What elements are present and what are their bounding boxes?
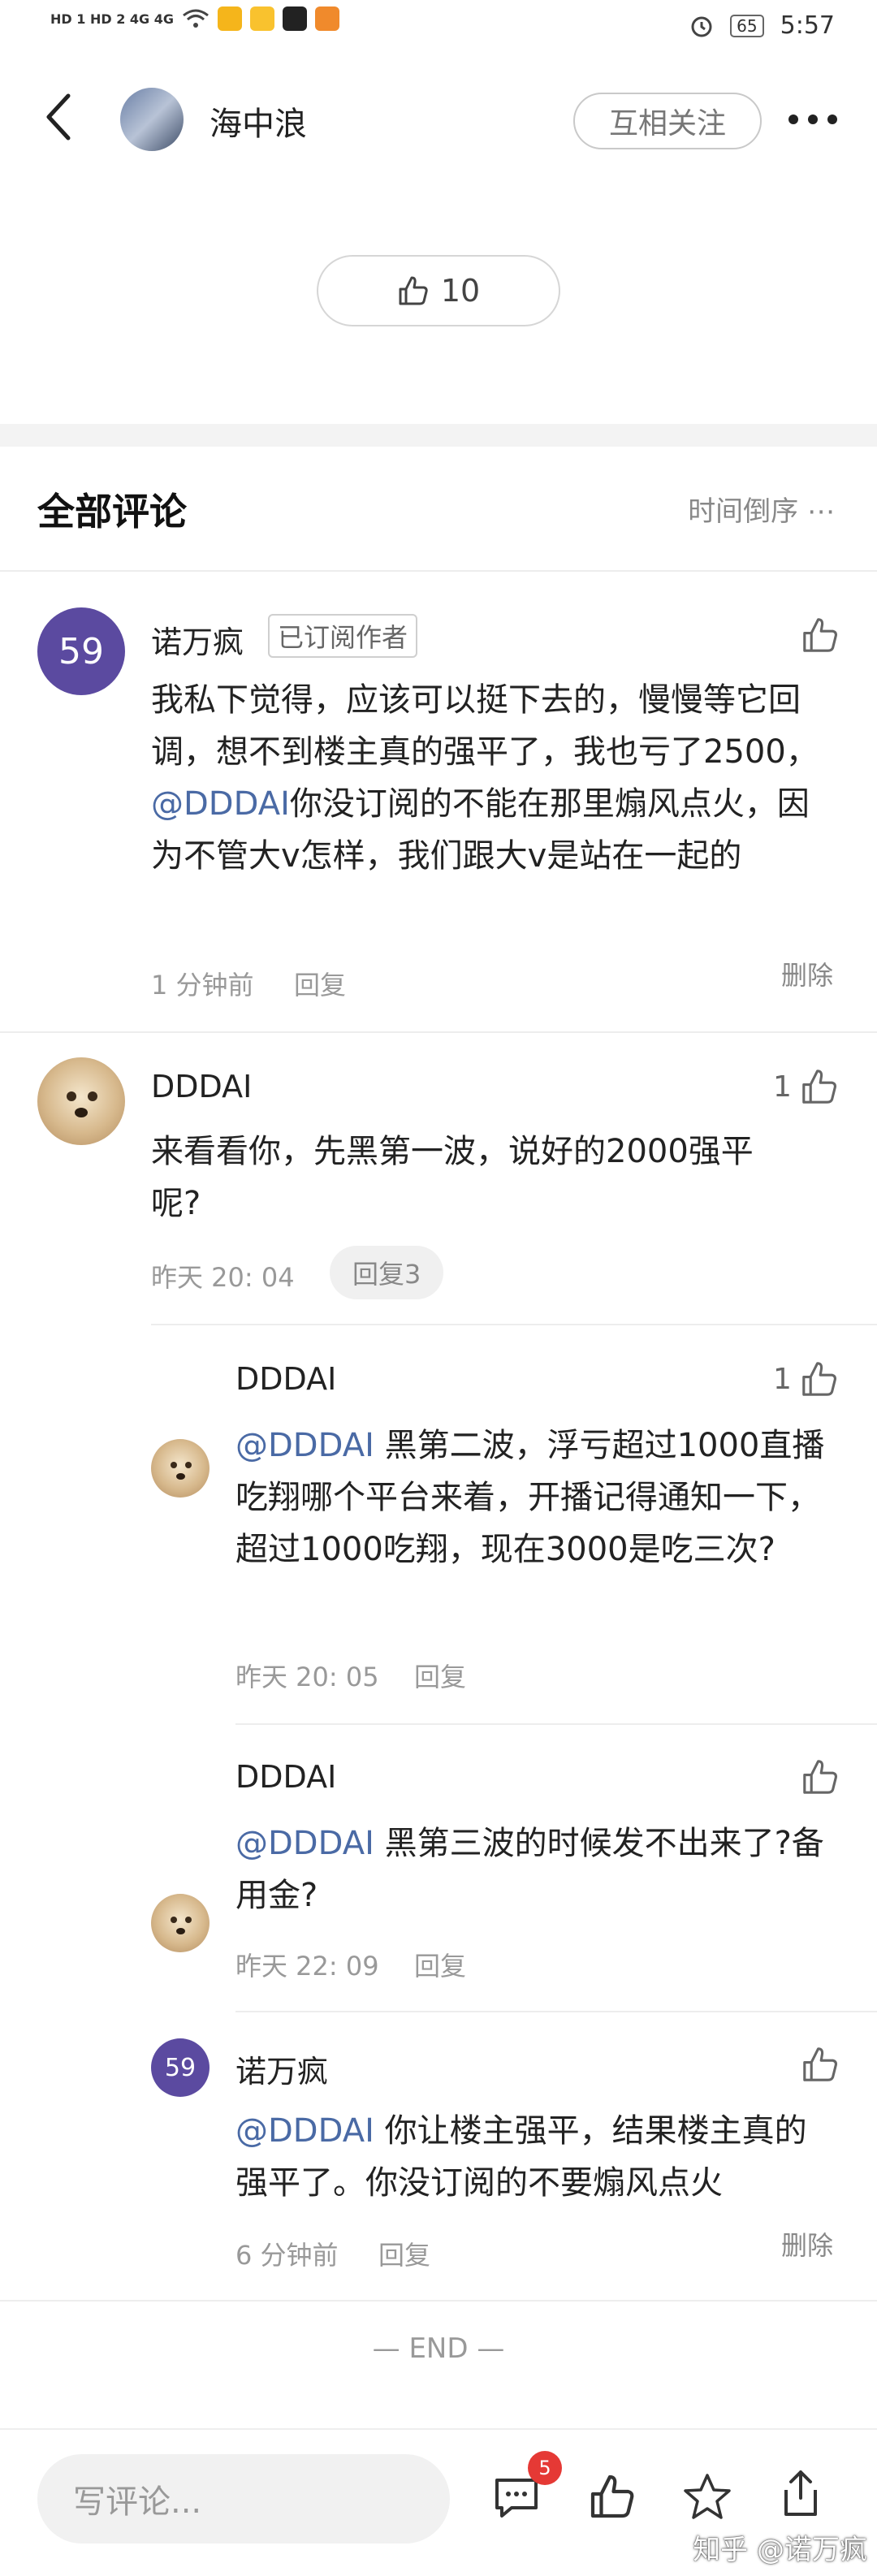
reply-button[interactable]: 回复 <box>378 2235 430 2272</box>
comment-author[interactable]: DDDAI <box>151 1069 252 1104</box>
reply-text: @DDDAI 黑第三波的时候发不出来了?备用金? <box>235 1817 828 1921</box>
star-icon[interactable] <box>682 2472 732 2521</box>
avatar[interactable]: 59 <box>37 607 125 695</box>
sort-label: 时间倒序 <box>688 495 799 528</box>
status-left: HD 1 HD 2 4G 4G <box>50 6 339 31</box>
delete-button[interactable]: 删除 <box>781 2225 833 2263</box>
wifi-icon <box>182 8 210 29</box>
reply-time: 昨天 20: 05 <box>235 1662 379 1692</box>
avatar-text: 59 <box>164 2053 197 2082</box>
divider <box>151 1324 877 1325</box>
reply-time: 昨天 22: 09 <box>235 1951 379 1982</box>
like-icon[interactable] <box>588 2472 637 2521</box>
divider <box>0 570 877 572</box>
comment-icon[interactable] <box>492 2475 541 2521</box>
sort-dropdown[interactable]: 时间倒序 ⋯ <box>688 489 835 529</box>
like-count: 1 <box>773 1362 792 1396</box>
clock: 5:57 <box>780 11 835 40</box>
end-marker: — END — <box>372 2332 505 2365</box>
app-icon <box>250 6 274 31</box>
play-icon <box>315 6 339 31</box>
reply-author[interactable]: DDDAI <box>235 1759 336 1795</box>
divider <box>0 2300 877 2302</box>
more-icon[interactable] <box>788 114 838 125</box>
comment-text-part1: 我私下觉得，应该可以挺下去的，慢慢等它回调，想不到楼主真的强平了，我也亏了250… <box>151 681 819 771</box>
mention-link[interactable]: @DDDAI <box>235 1825 374 1862</box>
network-indicators: HD 1 HD 2 4G 4G <box>50 11 174 27</box>
reply-count-button[interactable]: 回复3 <box>330 1246 444 1299</box>
divider <box>0 1031 877 1033</box>
like-button[interactable]: 1 <box>773 1359 839 1398</box>
avatar[interactable] <box>151 1894 210 1952</box>
avatar-text: 59 <box>58 630 104 672</box>
watermark: 知乎 @诺万疯 <box>693 2534 867 2566</box>
comment-author[interactable]: 诺万疯 <box>151 617 244 662</box>
delete-button[interactable]: 删除 <box>781 955 833 992</box>
post-like-button[interactable]: 10 <box>317 255 560 326</box>
reply-time: 6 分钟前 <box>235 2240 339 2271</box>
reply-author[interactable]: DDDAI <box>235 1361 336 1397</box>
divider <box>235 1723 877 1725</box>
mention-link[interactable]: @DDDAI <box>151 785 290 823</box>
thumb-up-icon <box>397 274 430 307</box>
share-icon[interactable] <box>778 2469 823 2519</box>
section-divider <box>0 424 877 447</box>
top-header: 海中浪 互相关注 <box>0 73 877 171</box>
comment-text: 来看看你，先黑第一波，说好的2000强平呢? <box>151 1133 754 1222</box>
like-icon[interactable] <box>801 2045 840 2084</box>
follow-button[interactable]: 互相关注 <box>573 93 762 149</box>
mail-icon <box>218 6 242 31</box>
reply-button[interactable]: 回复 <box>294 965 346 1002</box>
like-count: 1 <box>773 1070 792 1104</box>
like-icon <box>800 1359 839 1398</box>
comment-input[interactable]: 写评论... <box>37 2454 450 2544</box>
reply-text: @DDDAI 黑第二波，浮亏超过1000直播吃翔哪个平台来着，开播记得通知一下，… <box>235 1420 845 1575</box>
alarm-icon <box>689 14 714 38</box>
like-icon <box>800 1067 839 1106</box>
avatar[interactable] <box>151 1439 210 1498</box>
subscriber-badge: 已订阅作者 <box>268 614 418 658</box>
dots-icon: ⋯ <box>807 495 835 528</box>
reply-text: @DDDAI 你让楼主强平，结果楼主真的强平了。你没订阅的不要煽风点火 <box>235 2105 836 2209</box>
status-bar: HD 1 HD 2 4G 4G 65 5:57 <box>0 0 877 62</box>
battery-icon: 65 <box>730 14 764 37</box>
comment-time: 1 分钟前 <box>151 970 254 1001</box>
comment-time: 昨天 20: 04 <box>151 1262 295 1293</box>
comments-title: 全部评论 <box>37 490 187 534</box>
divider <box>235 2011 877 2012</box>
like-icon[interactable] <box>801 616 840 655</box>
reply-button[interactable]: 回复 <box>414 1946 466 1983</box>
like-icon[interactable] <box>801 1757 840 1796</box>
avatar[interactable]: 59 <box>151 2038 210 2097</box>
header-username[interactable]: 海中浪 <box>210 97 307 145</box>
mention-link[interactable]: @DDDAI <box>235 1427 374 1464</box>
mention-link[interactable]: @DDDAI <box>235 2112 374 2150</box>
post-like-count: 10 <box>440 273 481 309</box>
status-right: 65 5:57 <box>689 11 835 40</box>
back-arrow-icon[interactable] <box>42 93 75 141</box>
reply-author[interactable]: 诺万疯 <box>235 2047 328 2091</box>
avatar[interactable] <box>37 1057 125 1145</box>
like-button[interactable]: 1 <box>773 1067 839 1106</box>
comment-text: 我私下觉得，应该可以挺下去的，慢慢等它回调，想不到楼主真的强平了，我也亏了250… <box>151 674 841 882</box>
app-icon <box>283 6 307 31</box>
avatar[interactable] <box>120 88 184 151</box>
reply-button[interactable]: 回复 <box>414 1657 466 1694</box>
comment-count-badge: 5 <box>528 2451 562 2485</box>
